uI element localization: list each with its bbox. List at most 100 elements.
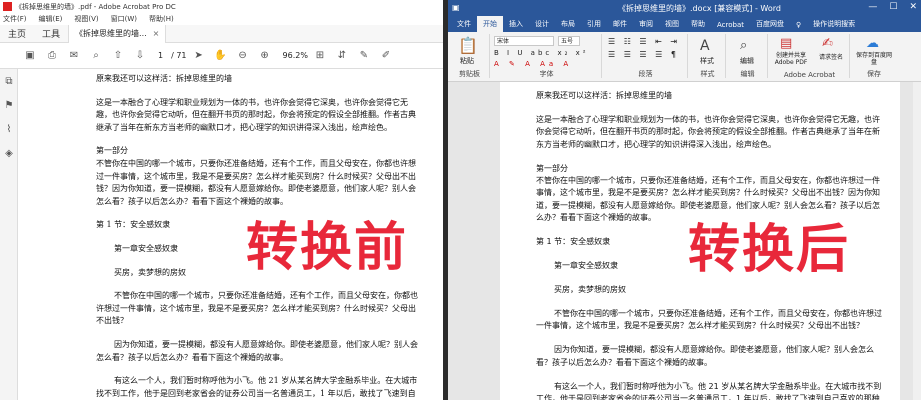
create-pdf-icon[interactable]: ▤ [780,36,792,51]
tab-home[interactable]: 主页 [0,27,34,40]
group-adobe-acrobat: ▤ 创建并共享 Adobe PDF ✍ 请求签名 Adobe Acrobat [770,34,850,79]
ribbon-tab-mailings[interactable]: 邮件 [607,16,633,32]
close-icon[interactable]: × [153,29,160,38]
tab-document[interactable]: 《拆掉思维里的墙... × [68,24,167,43]
word-paragraph: 这是一本融合了心理学和职业规划为一体的书，也许你会觉得它深奥，也许你会觉得它无趣… [536,114,880,149]
group-edit: ⌕ 编辑 编辑 [728,34,768,78]
ribbon-tab-view[interactable]: 视图 [659,16,685,32]
ribbon-tab-acrobat[interactable]: Acrobat [711,18,750,32]
page-up-icon[interactable]: ⇧ [110,48,126,64]
save-icon[interactable]: ▣ [22,48,38,64]
word-paragraph: 第一部分 不管你在中国的哪一个城市，只要你还准备结婚，还有个工作，而且父母安在，… [536,163,880,223]
group-edit-label: 编辑 [740,70,755,78]
ribbon: 📋 粘贴 剪贴板 宋体 五号 B I U abc x₂ x² A ✎ A Aa … [448,32,921,82]
request-sign-button[interactable]: 请求签名 [814,52,848,61]
paste-button[interactable]: 粘贴 [460,56,474,66]
paste-icon[interactable]: 📋 [458,36,478,55]
layers-icon[interactable]: ◈ [0,141,18,165]
word-titlebar: ▣ 《拆掉思维里的墙》.docx [兼容模式] - Word — ☐ ✕ [448,0,921,15]
window-controls: — ☐ ✕ [856,2,917,12]
pdf-paragraph: 有这么一个人，我们暂时称呼他为小飞。他 21 岁从某名牌大学金融系毕业。在大城市… [96,376,418,398]
style-button[interactable]: 样式 [700,56,714,66]
ribbon-tab-references[interactable]: 引用 [581,16,607,32]
bookmark-icon[interactable]: ⚑ [0,93,18,117]
menu-help[interactable]: 帮助(H) [149,14,174,24]
hand-icon[interactable]: ✋ [213,48,229,64]
menu-window[interactable]: 窗口(W) [111,14,137,24]
word-paragraph: 有这么一个人，我们暂时称呼他为小飞。他 21 岁从某名牌大学金融系毕业。在大城市… [536,381,882,400]
group-style: A 样式 样式 [690,34,726,78]
ribbon-tab-layout[interactable]: 布局 [555,16,581,32]
group-save: ☁ 保存到百度网盘 保存 [852,34,896,78]
cloud-icon[interactable]: ☁ [866,36,879,51]
word-window-title: 《拆掉思维里的墙》.docx [兼容模式] - Word [618,4,781,13]
font-name-select[interactable]: 宋体 [494,36,554,46]
page-total: / 71 [171,51,187,60]
tell-me-search[interactable]: 操作说明搜索 [807,16,861,32]
edit-button[interactable]: 编辑 [740,56,754,66]
vertical-scrollbar[interactable] [913,82,921,400]
ribbon-tab-file[interactable]: 文件 [451,16,477,32]
ribbon-tab-baidu[interactable]: 百度网盘 [750,16,790,32]
tab-document-label: 《拆掉思维里的墙... [75,29,147,38]
tab-tools[interactable]: 工具 [34,27,68,40]
group-acrobat-label: Adobe Acrobat [783,71,836,79]
scroll-mode-icon[interactable]: ⇵ [334,48,350,64]
pages-icon[interactable]: ⧉ [0,69,18,93]
ribbon-tab-design[interactable]: 设计 [529,16,555,32]
word-paragraph: 买房，卖梦想的房奴 [554,284,626,294]
ribbon-tab-review[interactable]: 审阅 [633,16,659,32]
overlay-after-label: 转换后 [688,220,851,280]
close-window-icon[interactable]: ✕ [909,2,917,12]
save-baidu-button[interactable]: 保存到百度网盘 [854,52,894,66]
menu-edit[interactable]: 编辑(E) [39,14,63,24]
request-sign-icon[interactable]: ✍ [822,36,833,51]
create-pdf-button[interactable]: 创建并共享 Adobe PDF [772,52,810,66]
page-number-input[interactable]: 1 [158,51,163,60]
minimize-icon[interactable]: — [868,2,877,12]
zoom-level[interactable]: 96.2% [283,51,308,60]
comment-icon[interactable]: ✎ [356,48,372,64]
lightbulb-icon[interactable]: ♀ [790,18,807,32]
highlight-icon[interactable]: ✐ [378,48,394,64]
select-cursor-icon[interactable]: ➤ [191,48,207,64]
search-icon[interactable]: ⌕ [88,48,104,64]
attachment-icon[interactable]: ⌇ [0,117,18,141]
ribbon-tabs: 文件 开始 插入 设计 布局 引用 邮件 审阅 视图 帮助 Acrobat 百度… [448,15,921,32]
zoom-in-icon[interactable]: ⊕ [257,48,273,64]
group-font: 宋体 五号 B I U abc x₂ x² A ✎ A Aa A 字体 [492,34,602,78]
print-icon[interactable]: ⎙ [44,48,60,64]
word-paragraph: 不管你在中国的哪一个城市，只要你还准备结婚，还有个工作，而且父母安在，你都也许想… [536,308,882,331]
pdf-paragraph: 第一部分 不管你在中国的哪一个城市，只要你还准备结婚，还有个工作，而且父母安在，… [96,146,416,206]
acrobat-left-panel: ⧉ ⚑ ⌇ ◈ [0,69,18,400]
word-window: ▣ 《拆掉思维里的墙》.docx [兼容模式] - Word — ☐ ✕ 文件 … [448,0,921,400]
font-size-select[interactable]: 五号 [558,36,580,46]
mail-icon[interactable]: ✉ [66,48,82,64]
group-style-label: 样式 [700,70,715,78]
zoom-out-icon[interactable]: ⊖ [235,48,251,64]
page-down-icon[interactable]: ⇩ [132,48,148,64]
ribbon-tab-help[interactable]: 帮助 [685,16,711,32]
style-icon[interactable]: A [700,38,710,54]
acrobat-app-icon [3,2,12,11]
font-format-buttons[interactable]: B I U abc x₂ x² [494,49,589,57]
ribbon-tab-insert[interactable]: 插入 [503,16,529,32]
ribbon-tab-home[interactable]: 开始 [477,16,503,32]
align-buttons[interactable]: ☰ ☰ ☰ ☰ ¶ [608,50,679,59]
group-clipboard: 📋 粘贴 剪贴板 [450,34,490,78]
acrobat-window-title: 《拆掉思维里的墙》.pdf - Adobe Acrobat Pro DC [15,2,176,11]
acrobat-toolbar: ▣ ⎙ ✉ ⌕ ⇧ ⇩ 1 / 71 ➤ ✋ ⊖ ⊕ 96.2% ⊞ ⇵ ✎ ✐ [0,43,443,69]
menu-file[interactable]: 文件(F) [3,14,27,24]
group-paragraph-label: 段落 [638,70,653,78]
pdf-paragraph: 原来我还可以这样活：拆掉思维里的墙 [96,74,232,83]
fit-page-icon[interactable]: ⊞ [312,48,328,64]
quick-save-icon[interactable]: ▣ [452,3,460,12]
list-buttons[interactable]: ☰ ☷ ☰ ⇤ ⇥ [608,37,680,46]
menu-view[interactable]: 视图(V) [74,14,98,24]
group-paragraph: ☰ ☷ ☰ ⇤ ⇥ ☰ ☰ ☰ ☰ ¶ 段落 [604,34,688,78]
find-icon[interactable]: ⌕ [740,38,747,53]
maximize-icon[interactable]: ☐ [889,2,897,12]
acrobat-titlebar: 《拆掉思维里的墙》.pdf - Adobe Acrobat Pro DC [0,0,443,13]
font-color-buttons[interactable]: A ✎ A Aa A [494,60,572,68]
pdf-paragraph: 这是一本融合了心理学和职业规划为一体的书，也许你会觉得它深奥，也许你会觉得它无趣… [96,97,416,132]
